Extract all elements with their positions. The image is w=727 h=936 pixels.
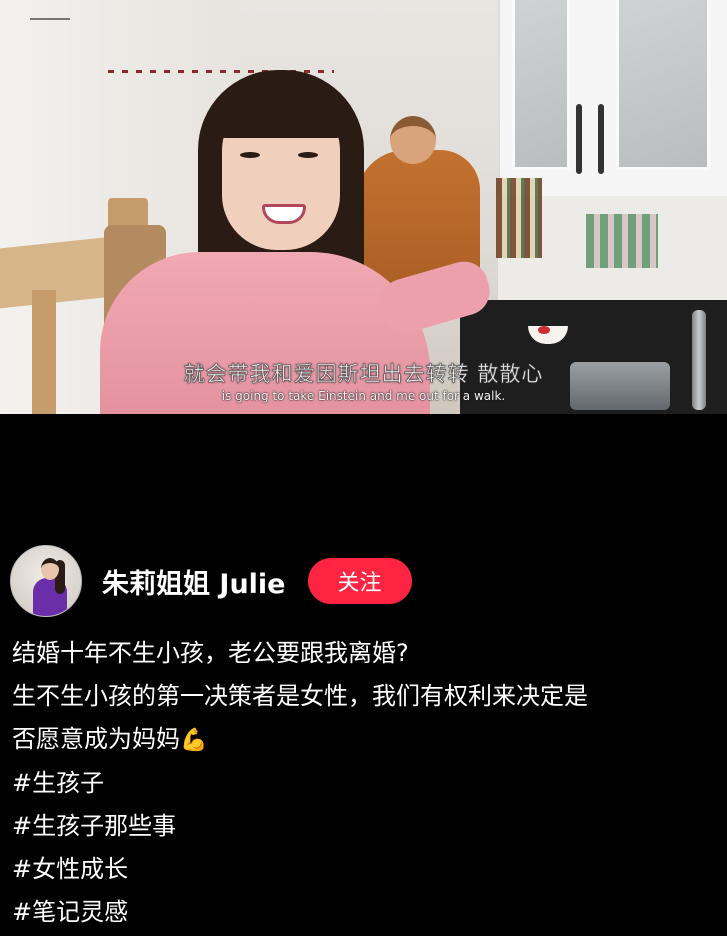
post-body-line: 否愿意成为妈妈💪: [12, 718, 717, 762]
post-content: 结婚十年不生小孩，老公要跟我离婚? 生不生小孩的第一决策者是女性，我们有权利来决…: [12, 632, 717, 934]
eye: [240, 152, 260, 158]
hashtag-link[interactable]: #笔记灵感: [12, 891, 717, 934]
post-body-text: 否愿意成为妈妈: [12, 725, 180, 753]
ceiling-lamp: [30, 0, 70, 20]
cabinet-glass: [512, 0, 570, 170]
author-name[interactable]: 朱莉姐姐 Julie: [102, 562, 286, 601]
avatar-head: [41, 558, 59, 580]
towel: [586, 214, 658, 268]
cabinet-handle: [576, 104, 582, 174]
kitchen-cabinets: [498, 0, 727, 196]
cabinet-handle: [598, 104, 604, 174]
hashtag-link[interactable]: #女性成长: [12, 848, 717, 891]
spice-shelf: [496, 178, 542, 258]
subtitle-english: is going to take Einstein and me out for…: [221, 389, 506, 403]
tomato: [538, 326, 550, 334]
author-row: 朱莉姐姐 Julie 关注: [10, 544, 412, 618]
subtitle-chinese: 就会带我和爱因斯坦出去转转 散散心: [183, 362, 544, 387]
post-body-line: 生不生小孩的第一决策者是女性，我们有权利来决定是: [12, 682, 588, 710]
man-head: [390, 116, 436, 164]
video-player[interactable]: 就会带我和爱因斯坦出去转转 散散心 is going to take Einst…: [0, 0, 727, 414]
follow-button[interactable]: 关注: [307, 558, 412, 604]
cabinet-glass: [616, 0, 710, 170]
eye: [298, 152, 318, 158]
hashtag-link[interactable]: #生孩子: [12, 762, 717, 805]
post-title: 结婚十年不生小孩，老公要跟我离婚?: [12, 639, 409, 667]
avatar[interactable]: [10, 545, 82, 617]
woman-bangs: [218, 86, 344, 138]
flexed-biceps-icon: 💪: [180, 728, 208, 753]
hashtag-link[interactable]: #生孩子那些事: [12, 805, 717, 848]
